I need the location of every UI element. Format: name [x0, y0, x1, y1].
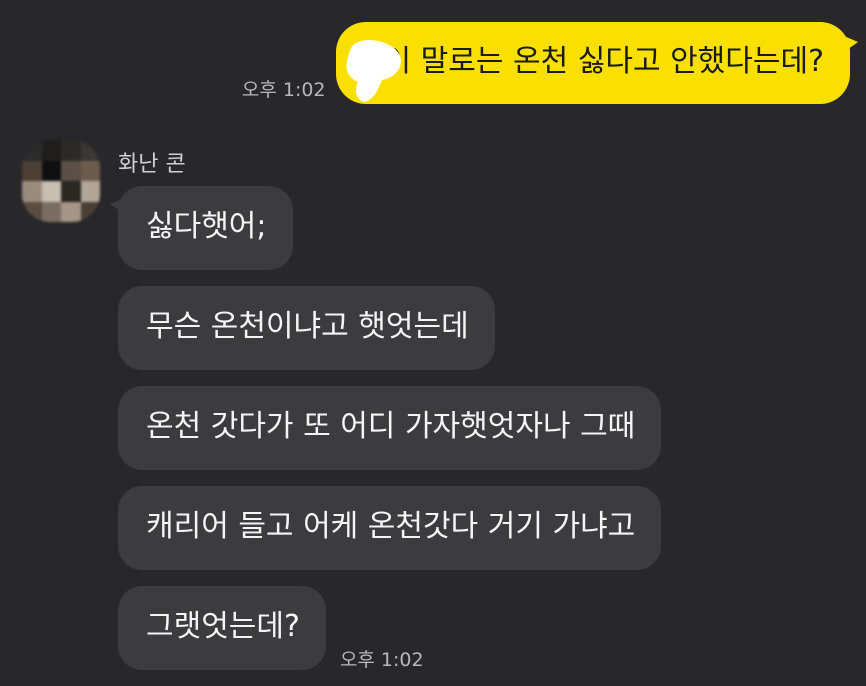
received-message-text: 싫다햇어;: [146, 209, 267, 244]
sent-message-bubble[interactable]: 이 말로는 온천 싫다고 안했다는데?: [335, 22, 859, 104]
received-message-bubble[interactable]: 그랫엇는데?: [118, 586, 326, 670]
avatar[interactable]: [22, 140, 100, 222]
received-message-text: 온천 갓다가 또 어디 가자햇엇자나 그때: [146, 409, 636, 444]
received-bubbles: 싫다햇어; 무슨 온천이냐고 햇엇는데 온천 갓다가 또 어디 가자햇엇자나 그…: [110, 186, 662, 686]
sent-message-row: 오후 1:02 이 말로는 온천 싫다고 안했다는데?: [241, 22, 859, 104]
received-message-row: 싫다햇어;: [110, 186, 661, 270]
received-message-row: 그랫엇는데? 오후 1:02: [118, 586, 661, 671]
received-message-text: 무슨 온천이냐고 햇엇는데: [146, 309, 469, 344]
received-message-text: 캐리어 들고 어케 온천갓다 거기 가냐고: [146, 509, 636, 544]
chat-view: 오후 1:02 이 말로는 온천 싫다고 안했다는데? 화난 콘 싫다햇어; 무…: [0, 0, 866, 684]
sent-message-time: 오후 1:02: [241, 79, 326, 101]
received-message-row: 온천 갓다가 또 어디 가자햇엇자나 그때: [118, 386, 662, 470]
received-message-text: 그랫엇는데?: [146, 609, 300, 644]
received-message-row: 캐리어 들고 어케 온천갓다 거기 가냐고: [118, 486, 662, 570]
received-message-row: 무슨 온천이냐고 햇엇는데: [118, 286, 661, 370]
sent-message-text: 이 말로는 온천 싫다고 안했다는데?: [383, 44, 824, 79]
received-message-bubble[interactable]: 캐리어 들고 어케 온천갓다 거기 가냐고: [118, 486, 662, 570]
received-message-bubble[interactable]: 온천 갓다가 또 어디 가자햇엇자나 그때: [118, 386, 662, 470]
sender-name: 화난 콘: [118, 152, 186, 177]
received-message-time: 오후 1:02: [339, 649, 424, 671]
received-message-bubble[interactable]: 싫다햇어;: [110, 186, 293, 270]
received-message-bubble[interactable]: 무슨 온천이냐고 햇엇는데: [118, 286, 495, 370]
